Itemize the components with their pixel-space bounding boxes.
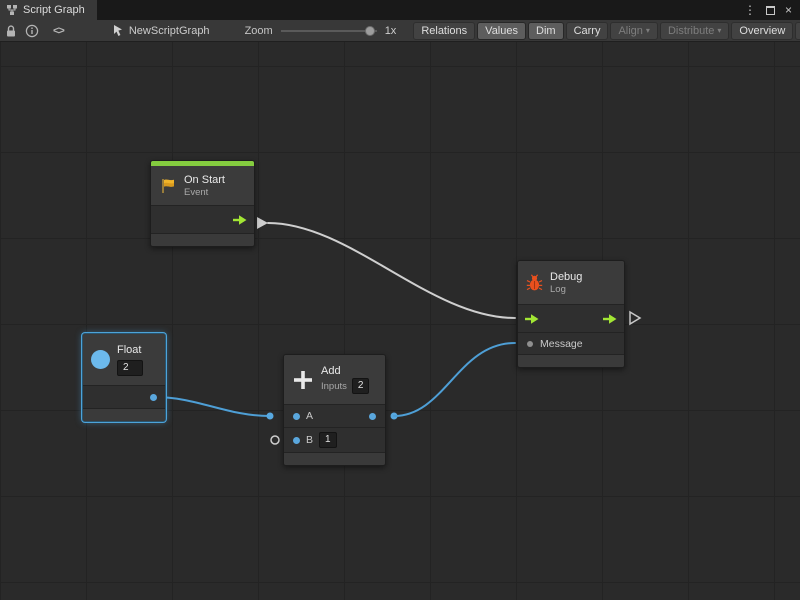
tab-title: Script Graph	[23, 4, 85, 16]
flow-output-triangle[interactable]	[257, 217, 268, 229]
add-sum-output-port[interactable]	[369, 413, 376, 420]
chevron-down-icon: ▾	[646, 27, 650, 35]
node-footer	[83, 408, 165, 421]
script-graph-asset-icon	[112, 24, 124, 37]
graph-canvas[interactable]: On Start Event	[0, 42, 800, 600]
add-b-unconnected-port[interactable]	[271, 436, 279, 444]
window-controls: ⋮ ×	[744, 0, 800, 20]
node-add[interactable]: Add Inputs 2 A B 1	[283, 354, 386, 466]
node-title: Add	[321, 365, 369, 378]
zoom-label: Zoom	[245, 25, 273, 37]
title-bar: Script Graph ⋮ ×	[0, 0, 800, 20]
node-subtitle: Event	[184, 187, 225, 198]
node-title: Float	[117, 344, 143, 357]
node-on-start[interactable]: On Start Event	[150, 160, 255, 247]
node-header[interactable]: Float 2	[83, 334, 165, 385]
zoom-control: Zoom 1x	[245, 25, 397, 37]
plus-icon	[292, 369, 314, 391]
add-a-wire-endpoint[interactable]	[267, 413, 274, 420]
wire-value-add-to-log-message[interactable]	[394, 343, 515, 416]
add-input-count-field[interactable]: 2	[352, 378, 370, 394]
flow-output-row	[151, 205, 254, 233]
menu-icon[interactable]: ⋮	[744, 0, 756, 20]
wire-flow-onstart-to-log[interactable]	[268, 223, 515, 318]
bug-icon	[526, 274, 543, 292]
value-output-row	[83, 385, 165, 408]
node-footer	[151, 233, 254, 246]
add-b-input-port[interactable]	[293, 437, 300, 444]
tab-script-graph[interactable]: Script Graph	[0, 0, 97, 20]
graph-name: NewScriptGraph	[129, 25, 210, 37]
overview-button[interactable]: Overview	[731, 22, 793, 40]
graph-name-group[interactable]: NewScriptGraph	[112, 24, 210, 37]
values-button[interactable]: Values	[477, 22, 526, 40]
node-footer	[284, 452, 385, 465]
log-flow-output-hollow-triangle[interactable]	[630, 312, 640, 324]
lock-icon[interactable]	[4, 22, 18, 40]
node-float-selected[interactable]: Float 2	[82, 333, 166, 422]
node-header[interactable]: Add Inputs 2	[284, 355, 385, 404]
node-footer	[518, 354, 624, 367]
dim-button[interactable]: Dim	[528, 22, 564, 40]
fullscreen-button[interactable]: Full S	[795, 22, 800, 40]
wires-layer	[0, 42, 800, 600]
chevron-down-icon: ▾	[717, 27, 721, 35]
zoom-value: 1x	[385, 25, 397, 37]
close-icon[interactable]: ×	[785, 0, 792, 20]
zoom-slider[interactable]	[281, 25, 377, 37]
node-title: Debug	[550, 271, 582, 284]
carry-button[interactable]: Carry	[566, 22, 609, 40]
float-value-field[interactable]: 2	[117, 360, 143, 376]
code-icon[interactable]: <>	[53, 22, 64, 40]
flag-icon	[159, 177, 177, 195]
node-header[interactable]: Debug Log	[518, 261, 624, 304]
node-subtitle: Inputs	[321, 381, 347, 392]
flow-input-port-icon[interactable]	[524, 313, 540, 325]
message-port-row: Message	[518, 332, 624, 354]
flow-ports-row	[518, 304, 624, 332]
message-input-port[interactable]	[527, 341, 533, 347]
flow-output-port-icon[interactable]	[602, 313, 618, 325]
zoom-slider-track[interactable]	[281, 30, 377, 32]
wire-value-float-to-add-a[interactable]	[154, 397, 270, 416]
distribute-button[interactable]: Distribute ▾	[660, 22, 729, 40]
script-graph-window: Script Graph ⋮ × <>	[0, 0, 800, 600]
node-subtitle: Log	[550, 284, 582, 295]
graph-tab-icon	[6, 4, 18, 16]
toolbar: <> NewScriptGraph Zoom 1x Relations Valu…	[0, 20, 800, 42]
info-icon[interactable]	[25, 22, 39, 40]
flow-output-port-icon[interactable]	[232, 214, 248, 226]
float-type-icon	[91, 350, 110, 369]
toolbar-buttons: Relations Values Dim Carry Align ▾ Distr…	[413, 22, 800, 40]
add-b-value-field[interactable]: 1	[319, 432, 337, 448]
add-a-input-port[interactable]	[293, 413, 300, 420]
port-row-a: A	[284, 404, 385, 427]
port-row-b: B 1	[284, 427, 385, 452]
float-output-port[interactable]	[150, 394, 157, 401]
relations-button[interactable]: Relations	[413, 22, 475, 40]
node-title: On Start	[184, 174, 225, 187]
node-header[interactable]: On Start Event	[151, 166, 254, 205]
node-debug-log[interactable]: Debug Log Message	[517, 260, 625, 368]
message-port-label: Message	[540, 338, 583, 350]
align-button[interactable]: Align ▾	[610, 22, 657, 40]
zoom-slider-handle[interactable]	[365, 26, 375, 36]
port-b-label: B	[306, 434, 313, 446]
port-a-label: A	[306, 410, 313, 422]
maximize-icon[interactable]	[766, 6, 775, 15]
